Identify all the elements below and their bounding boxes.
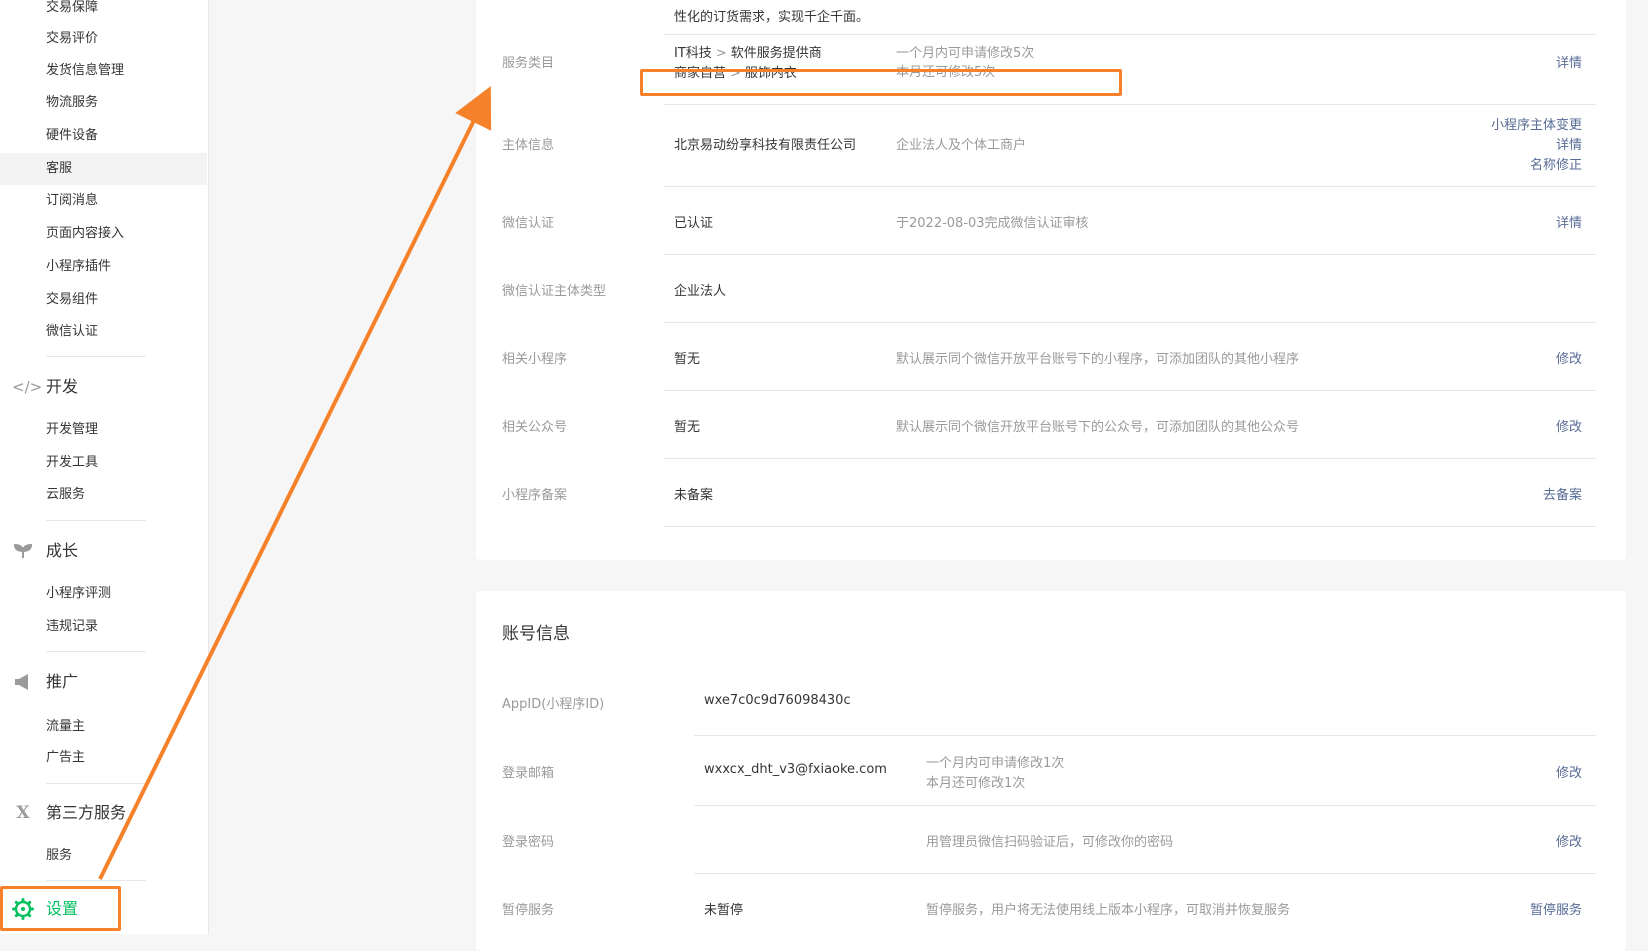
cert-status: 已认证 xyxy=(674,216,714,231)
sidebar-group-dev[interactable]: </> 开发 xyxy=(0,369,207,405)
megaphone-icon xyxy=(12,664,34,704)
related-mp-edit-link[interactable]: 修改 xyxy=(1556,348,1582,367)
sidebar-item-trade-guarantee[interactable]: 交易保障 xyxy=(0,0,207,24)
sidebar-item-violations[interactable]: 违规记录 xyxy=(0,611,207,643)
cert-details-link[interactable]: 详情 xyxy=(1556,212,1582,231)
related-mp-value: 暂无 xyxy=(674,352,701,367)
row-related-mp: 相关小程序 暂无 默认展示同个微信开放平台账号下的小程序，可添加团队的其他小程序… xyxy=(476,322,1626,390)
sidebar-divider xyxy=(46,356,146,357)
row-label: 暂停服务 xyxy=(502,903,555,918)
appid-value: wxe7c0c9d76098430c xyxy=(704,693,851,708)
sidebar-group-third-party[interactable]: X 第三方服务 xyxy=(0,795,207,831)
name-correction-link[interactable]: 名称修正 xyxy=(1530,154,1582,173)
sidebar-item-services[interactable]: 服务 xyxy=(0,840,207,872)
sidebar-item-wechat-cert[interactable]: 微信认证 xyxy=(0,316,207,348)
sidebar-divider xyxy=(46,783,146,784)
sidebar-divider xyxy=(46,520,146,521)
sidebar-item-advertiser[interactable]: 广告主 xyxy=(0,742,207,774)
category-details-link[interactable]: 详情 xyxy=(1556,52,1582,71)
subject-name: 北京易动纷享科技有限责任公司 xyxy=(674,138,857,153)
row-label: AppID(小程序ID) xyxy=(502,697,605,712)
cert-date-desc: 于2022-08-03完成微信认证审核 xyxy=(896,216,1089,231)
section-title: 账号信息 xyxy=(502,624,570,644)
sidebar-item-page-content[interactable]: 页面内容接入 xyxy=(0,218,207,250)
intro-text-tail: 性化的订货需求，实现千企千面。 xyxy=(674,10,870,25)
row-cert-type: 微信认证主体类型 企业法人 xyxy=(476,254,1626,322)
sidebar-item-hardware[interactable]: 硬件设备 xyxy=(0,120,207,152)
sidebar-group-promo[interactable]: 推广 xyxy=(0,664,207,700)
row-label: 登录密码 xyxy=(502,835,555,850)
sidebar-item-customer-service[interactable]: 客服 xyxy=(0,153,207,185)
sidebar-item-logistics[interactable]: 物流服务 xyxy=(0,87,207,119)
related-oa-edit-link[interactable]: 修改 xyxy=(1556,416,1582,435)
sidebar-divider xyxy=(46,880,146,881)
row-label: 相关小程序 xyxy=(502,352,568,367)
row-label: 微信认证主体类型 xyxy=(502,284,607,299)
related-mp-desc: 默认展示同个微信开放平台账号下的小程序，可添加团队的其他小程序 xyxy=(896,352,1300,367)
row-label: 微信认证 xyxy=(502,216,555,231)
code-icon: </> xyxy=(12,378,43,396)
sidebar: 交易保障 交易评价 发货信息管理 物流服务 硬件设备 客服 订阅消息 页面内容接… xyxy=(0,0,209,934)
row-subject: 主体信息 北京易动纷享科技有限责任公司 企业法人及个体工商户 小程序主体变更 详… xyxy=(476,104,1626,186)
password-desc: 用管理员微信扫码验证后，可修改你的密码 xyxy=(926,835,1174,850)
sidebar-group-growth[interactable]: 成长 xyxy=(0,533,207,569)
sprout-icon xyxy=(12,533,34,572)
sidebar-item-dev-manage[interactable]: 开发管理 xyxy=(0,414,207,446)
cert-type-value: 企业法人 xyxy=(674,284,727,299)
row-appid: AppID(小程序ID) wxe7c0c9d76098430c xyxy=(476,667,1626,735)
row-password: 登录密码 用管理员微信扫码验证后，可修改你的密码 修改 xyxy=(476,805,1626,873)
category-primary: IT科技 > 软件服务提供商 xyxy=(674,46,822,61)
sidebar-item-trade-review[interactable]: 交易评价 xyxy=(0,23,207,55)
sidebar-item-cloud[interactable]: 云服务 xyxy=(0,479,207,511)
row-email: 登录邮箱 wxxcx_dht_v3@fxiaoke.com 一个月内可申请修改1… xyxy=(476,735,1626,805)
row-wechat-cert: 微信认证 已认证 于2022-08-03完成微信认证审核 详情 xyxy=(476,186,1626,254)
group-label: 第三方服务 xyxy=(46,803,127,822)
pause-desc: 暂停服务，用户将无法使用线上版本小程序，可取消并恢复服务 xyxy=(926,903,1291,918)
row-divider xyxy=(664,526,1596,527)
filing-status: 未备案 xyxy=(674,488,714,503)
related-oa-value: 暂无 xyxy=(674,420,701,435)
sidebar-item-dev-tools[interactable]: 开发工具 xyxy=(0,447,207,479)
sidebar-item-trade-components[interactable]: 交易组件 xyxy=(0,284,207,316)
row-label: 相关公众号 xyxy=(502,420,568,435)
email-edit-link[interactable]: 修改 xyxy=(1556,762,1582,781)
subject-type-desc: 企业法人及个体工商户 xyxy=(896,138,1027,153)
pause-service-link[interactable]: 暂停服务 xyxy=(1530,899,1582,918)
highlight-box-category xyxy=(640,69,1122,96)
group-label: 成长 xyxy=(46,541,79,560)
subject-details-link[interactable]: 详情 xyxy=(1556,134,1582,153)
row-label: 服务类目 xyxy=(502,56,555,71)
highlight-box-settings xyxy=(0,886,121,931)
sidebar-item-shipping-info[interactable]: 发货信息管理 xyxy=(0,55,207,87)
row-pause-service: 暂停服务 未暂停 暂停服务，用户将无法使用线上版本小程序，可取消并恢复服务 暂停… xyxy=(476,873,1626,941)
row-label: 主体信息 xyxy=(502,138,555,153)
sidebar-item-plugins[interactable]: 小程序插件 xyxy=(0,251,207,283)
email-value: wxxcx_dht_v3@fxiaoke.com xyxy=(704,762,887,777)
category-limit-desc: 一个月内可申请修改5次 xyxy=(896,46,1035,61)
sidebar-item-traffic-owner[interactable]: 流量主 xyxy=(0,711,207,743)
row-label: 登录邮箱 xyxy=(502,766,555,781)
password-edit-link[interactable]: 修改 xyxy=(1556,831,1582,850)
pause-status: 未暂停 xyxy=(704,903,744,918)
filing-link[interactable]: 去备案 xyxy=(1543,484,1582,503)
third-party-icon: X xyxy=(16,803,30,823)
sidebar-item-subscribe-msg[interactable]: 订阅消息 xyxy=(0,185,207,217)
related-oa-desc: 默认展示同个微信开放平台账号下的公众号，可添加团队的其他公众号 xyxy=(896,420,1300,435)
account-info-card: 账号信息 AppID(小程序ID) wxe7c0c9d76098430c 登录邮… xyxy=(476,591,1626,951)
sidebar-item-evaluation[interactable]: 小程序评测 xyxy=(0,578,207,610)
sidebar-divider xyxy=(46,651,146,652)
group-label: 推广 xyxy=(46,672,79,691)
group-label: 开发 xyxy=(46,377,79,396)
subject-change-link[interactable]: 小程序主体变更 xyxy=(1491,114,1582,133)
row-related-oa: 相关公众号 暂无 默认展示同个微信开放平台账号下的公众号，可添加团队的其他公众号… xyxy=(476,390,1626,458)
row-filing: 小程序备案 未备案 去备案 xyxy=(476,458,1626,526)
row-label: 小程序备案 xyxy=(502,488,568,503)
email-limit-desc: 一个月内可申请修改1次 xyxy=(926,756,1065,771)
email-remaining-desc: 本月还可修改1次 xyxy=(926,776,1026,791)
